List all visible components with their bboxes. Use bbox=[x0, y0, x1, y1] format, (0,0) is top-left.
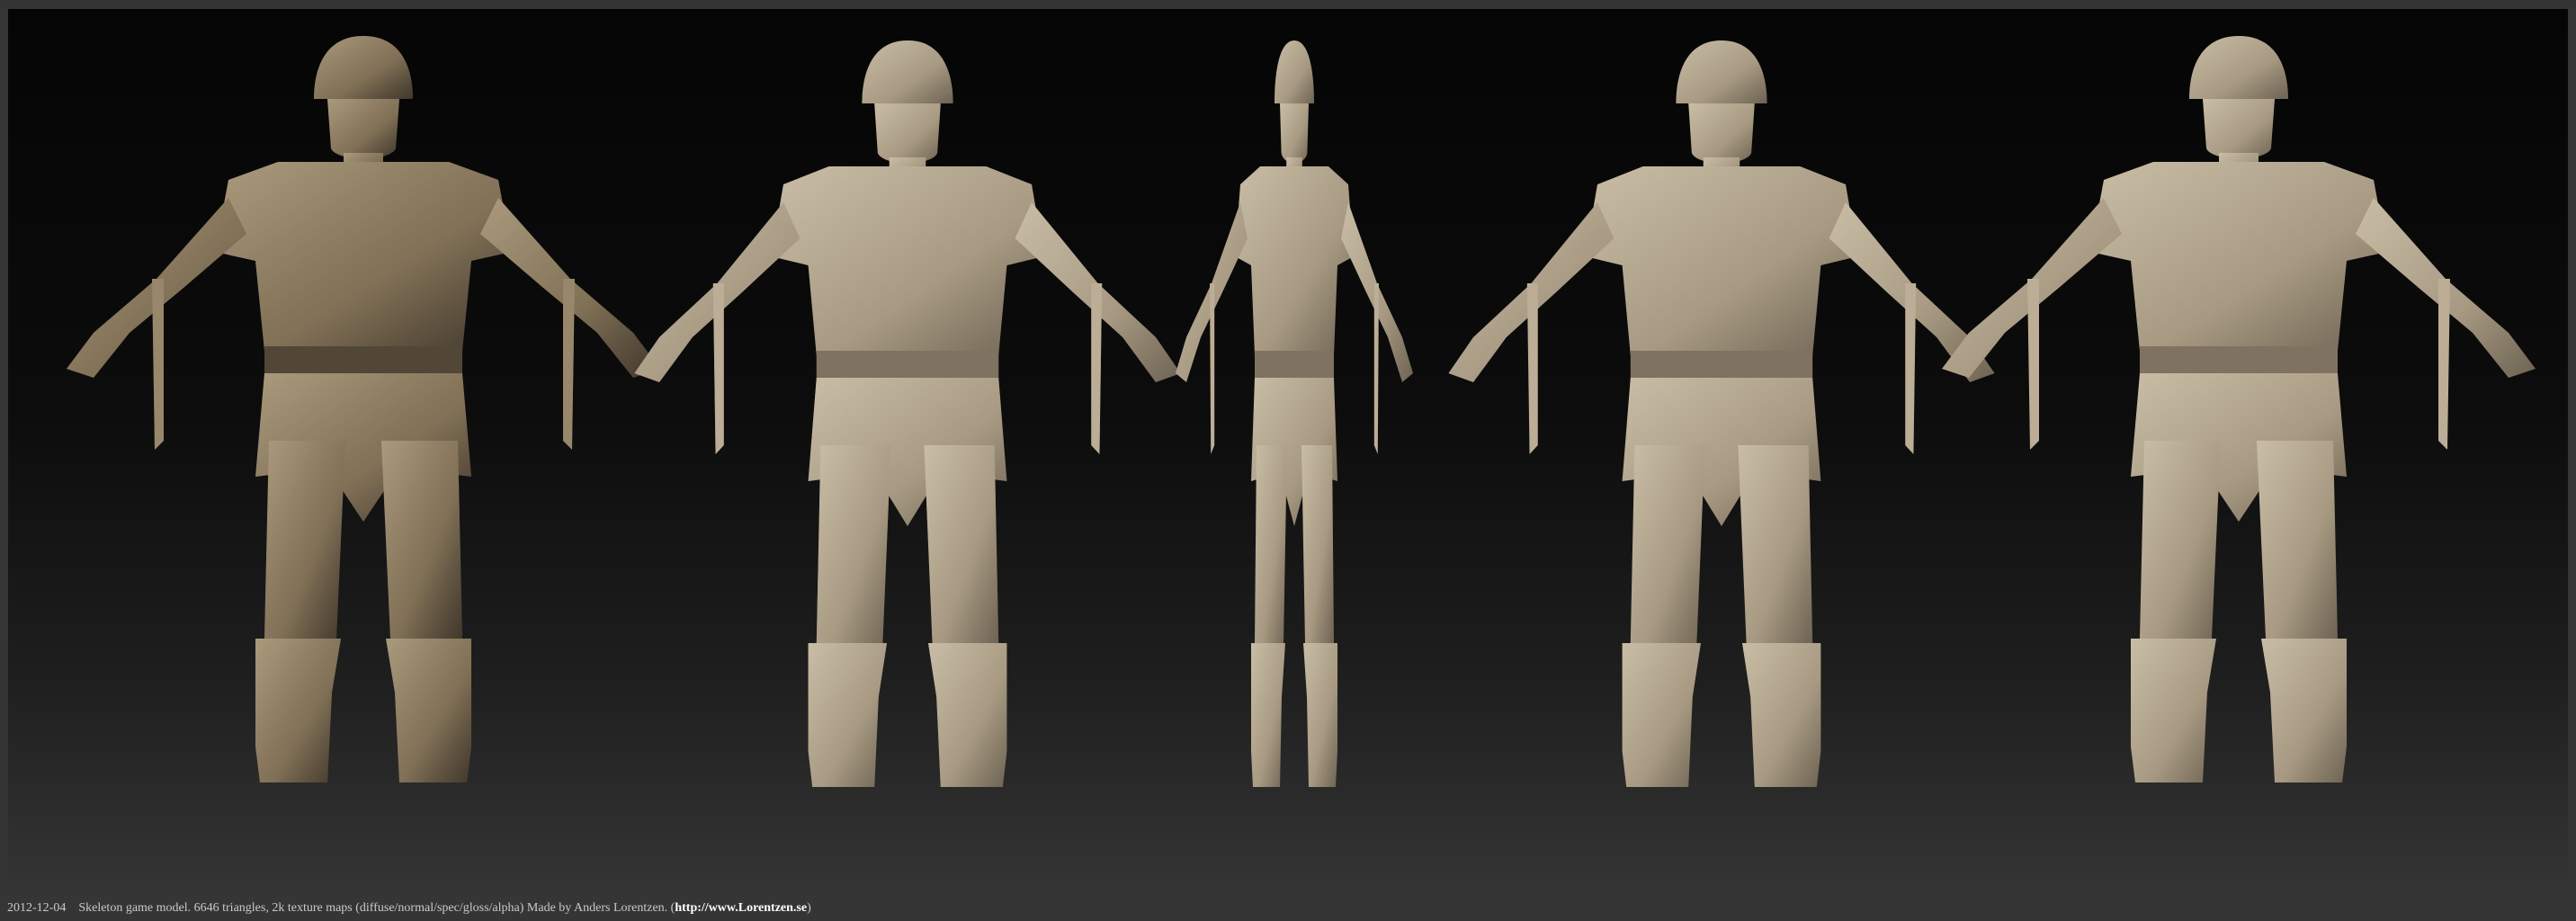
figure-back-view bbox=[1942, 36, 2536, 782]
image-caption: 2012-12-04 Skeleton game model. 6646 tria… bbox=[7, 899, 811, 918]
caption-close: ) bbox=[807, 901, 811, 915]
render-viewport bbox=[8, 9, 2568, 896]
figure-three-quarter-back-view bbox=[1448, 40, 1995, 787]
figure-front-view bbox=[67, 36, 660, 782]
caption-link[interactable]: http://www.Lorentzen.se bbox=[675, 901, 807, 915]
model-renders bbox=[67, 36, 2536, 787]
figure-side-view bbox=[1176, 40, 1413, 787]
caption-text: Skeleton game model. 6646 triangles, 2k … bbox=[78, 901, 675, 915]
figure-three-quarter-front-view bbox=[634, 40, 1181, 787]
image-frame: 2012-12-04 Skeleton game model. 6646 tria… bbox=[0, 0, 2576, 921]
caption-date: 2012-12-04 bbox=[7, 901, 67, 915]
